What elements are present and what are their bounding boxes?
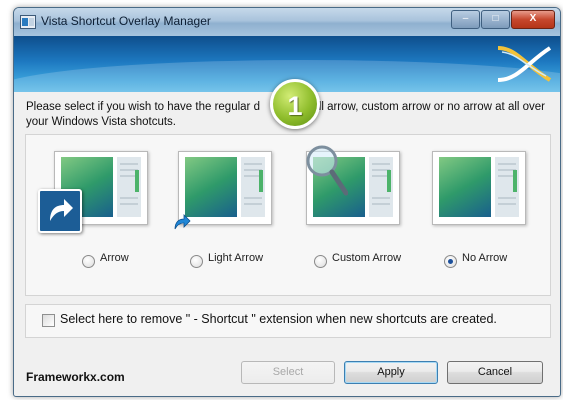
preview-bar [135, 170, 139, 192]
preview-bar [513, 170, 517, 192]
magnifier-icon [306, 145, 348, 196]
option-no-arrow[interactable]: No Arrow [430, 151, 530, 291]
preview-bar [259, 170, 263, 192]
no-arrow-radio[interactable] [444, 255, 457, 268]
option-light-arrow[interactable]: Light Arrow [174, 151, 276, 291]
brand-text: Frameworkx.com [26, 370, 125, 384]
no-arrow-label: No Arrow [462, 252, 508, 264]
app-window: Vista Shortcut Overlay Manager – □ X Ple… [13, 7, 561, 397]
option-custom-arrow[interactable]: Custom Arrow [304, 145, 404, 291]
minimize-button[interactable]: – [451, 10, 480, 29]
maximize-button[interactable]: □ [481, 10, 510, 29]
custom-arrow-radio[interactable] [314, 255, 327, 268]
brand-logo-icon [497, 46, 552, 82]
title-bar[interactable]: Vista Shortcut Overlay Manager – □ X [14, 8, 560, 36]
select-button[interactable]: Select [241, 361, 335, 384]
app-icon [20, 15, 36, 29]
light-arrow-preview [178, 151, 272, 225]
option-arrow[interactable]: Arrow [38, 151, 152, 291]
window-title: Vista Shortcut Overlay Manager [41, 14, 211, 28]
light-arrow-radio[interactable] [190, 255, 203, 268]
step-callout-badge: 1 [270, 79, 320, 129]
no-arrow-preview [432, 151, 526, 225]
instruction-start: Please select if you wish to have the re… [26, 101, 260, 113]
arrow-label: Arrow [100, 252, 129, 264]
large-shortcut-arrow-icon [38, 189, 82, 233]
custom-arrow-label: Custom Arrow [332, 252, 402, 264]
remove-suffix-group: Select here to remove " - Shortcut " ext… [25, 304, 551, 338]
arrow-radio[interactable] [82, 255, 95, 268]
overlay-options-group: Arrow Light Arrow Custom Arrow No Arrow [25, 134, 551, 296]
remove-suffix-checkbox[interactable] [42, 314, 55, 327]
apply-button[interactable]: Apply [344, 361, 438, 384]
cancel-button[interactable]: Cancel [447, 361, 543, 384]
preview-pane [185, 157, 237, 217]
window-controls: – □ X [450, 10, 555, 29]
light-arrow-label: Light Arrow [208, 252, 264, 264]
light-shortcut-arrow-icon [174, 214, 191, 230]
preview-bar [387, 170, 391, 192]
close-button[interactable]: X [511, 10, 555, 29]
preview-pane [439, 157, 491, 217]
remove-suffix-label[interactable]: Select here to remove " - Shortcut " ext… [60, 312, 497, 326]
